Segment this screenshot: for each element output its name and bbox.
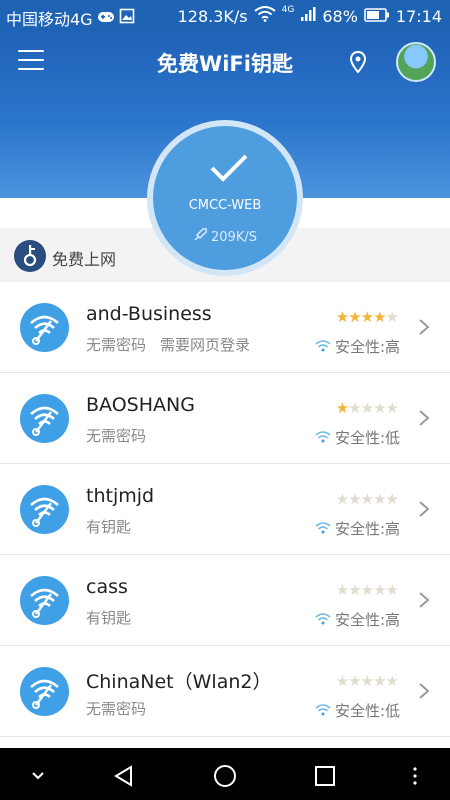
wifi-list-item[interactable]: and-Business 无需密码 需要网页登录 ★★★★★ 安全性:高 [0, 282, 450, 373]
star-icon: ★ [385, 672, 399, 690]
star-icon: ★ [335, 672, 349, 690]
section-label: 免费上网 [52, 250, 117, 269]
star-icon: ★ [335, 308, 349, 326]
safety-label: 安全性:高 [334, 338, 400, 356]
safety-label: 安全性:高 [334, 611, 400, 629]
wifi-tag: 有钥匙 [86, 518, 132, 536]
wifi-tags: 有钥匙 [86, 516, 131, 537]
more-options-icon[interactable] [401, 762, 429, 790]
wifi-list-item[interactable]: BAOSHANG 无需密码 ★★★★★ 安全性:低 [0, 373, 450, 464]
chevron-right-icon[interactable] [418, 500, 430, 518]
star-icon: ★ [373, 308, 386, 326]
wifi-list-item[interactable]: thtjmjd 有钥匙 ★★★★★ 安全性:高 [0, 464, 450, 555]
safety-label: 安全性:低 [334, 429, 400, 447]
wifi-signal-icon [315, 702, 331, 720]
net-speed: 128.3K/s [177, 6, 248, 26]
wifi-tags: 无需密码 [86, 698, 146, 719]
wifi-ssid: BAOSHANG [86, 394, 195, 416]
star-icon: ★ [335, 581, 349, 599]
star-icon: ★ [348, 490, 361, 508]
wifi-list: and-Business 无需密码 需要网页登录 ★★★★★ 安全性:高 BAOSHANG… [0, 282, 450, 737]
battery-icon [364, 7, 390, 26]
nav-bar [0, 748, 450, 800]
wifi-key-icon [20, 394, 69, 443]
game-controller-icon [97, 9, 115, 28]
rocket-icon [193, 228, 207, 246]
wifi-status-icon [254, 6, 276, 26]
safety-label: 安全性:低 [334, 702, 400, 720]
star-rating: ★★★★★ [335, 490, 399, 508]
wifi-key-icon [20, 576, 69, 625]
carrier-label: 中国移动4G [6, 10, 93, 29]
recents-button-icon[interactable] [311, 762, 339, 790]
wifi-signal-icon [315, 611, 331, 629]
wifi-tag: 需要网页登录 [160, 336, 251, 354]
star-icon: ★ [360, 672, 374, 690]
battery-percent: 68% [322, 6, 358, 26]
star-icon: ★ [385, 308, 399, 326]
chevron-right-icon[interactable] [418, 591, 430, 609]
connected-speed: 209K/S [211, 229, 257, 245]
star-icon: ★ [385, 581, 399, 599]
star-icon: ★ [373, 399, 386, 417]
star-icon: ★ [348, 399, 361, 417]
star-icon: ★ [348, 581, 361, 599]
star-icon: ★ [373, 490, 386, 508]
wifi-tags: 有钥匙 [86, 607, 131, 628]
star-icon: ★ [360, 581, 374, 599]
star-icon: ★ [335, 490, 349, 508]
wifi-tags: 无需密码 需要网页登录 [86, 334, 250, 355]
clock: 17:14 [395, 6, 442, 26]
star-icon: ★ [373, 672, 386, 690]
wifi-list-item[interactable]: cass 有钥匙 ★★★★★ 安全性:高 [0, 555, 450, 646]
wifi-ssid: thtjmjd [86, 485, 155, 507]
image-icon [119, 8, 135, 28]
wifi-tag: 有钥匙 [86, 609, 132, 627]
status-bar: 中国移动4G 128.3K/s 4G 68% 17:14 [0, 0, 450, 32]
wifi-tag: 无需密码 [86, 700, 147, 718]
wifi-key-icon [20, 303, 69, 352]
wifi-key-icon [20, 667, 69, 716]
connected-network-circle[interactable]: CMCC-WEB 209K/S [147, 120, 303, 276]
home-button-icon[interactable] [211, 762, 239, 790]
wifi-ssid: cass [86, 576, 128, 598]
wifi-ssid: ChinaNet（Wlan2） [86, 671, 272, 693]
wifi-tag: 无需密码 [86, 427, 147, 445]
star-icon: ★ [373, 581, 386, 599]
star-rating: ★★★★★ [335, 308, 399, 326]
star-icon: ★ [360, 308, 374, 326]
wifi-signal-icon [315, 520, 331, 538]
chevron-down-icon[interactable] [24, 762, 52, 790]
star-icon: ★ [348, 308, 361, 326]
star-icon: ★ [335, 399, 349, 417]
page-title: 免费WiFi钥匙 [157, 52, 293, 76]
chevron-right-icon[interactable] [418, 318, 430, 336]
avatar[interactable] [396, 42, 436, 82]
star-icon: ★ [360, 490, 374, 508]
star-icon: ★ [385, 490, 399, 508]
signal-icon [300, 6, 316, 26]
key-icon [14, 240, 46, 272]
location-icon[interactable] [346, 50, 370, 74]
chevron-right-icon[interactable] [418, 682, 430, 700]
wifi-list-item[interactable]: ChinaNet（Wlan2） 无需密码 ★★★★★ 安全性:低 [0, 646, 450, 737]
wifi-tags: 无需密码 [86, 425, 146, 446]
chevron-right-icon[interactable] [418, 409, 430, 427]
safety-label: 安全性:高 [334, 520, 400, 538]
star-rating: ★★★★★ [335, 399, 399, 417]
wifi-key-icon [20, 485, 69, 534]
star-icon: ★ [348, 672, 361, 690]
network-type-label: 4G [281, 5, 295, 15]
wifi-signal-icon [315, 338, 331, 356]
star-rating: ★★★★★ [335, 672, 399, 690]
star-icon: ★ [360, 399, 374, 417]
star-rating: ★★★★★ [335, 581, 399, 599]
check-icon [210, 154, 248, 182]
wifi-signal-icon [315, 429, 331, 447]
star-icon: ★ [385, 399, 399, 417]
wifi-ssid: and-Business [86, 303, 212, 325]
connected-ssid: CMCC-WEB [188, 198, 262, 213]
wifi-tag: 无需密码 [86, 336, 147, 354]
back-button-icon[interactable] [111, 762, 139, 790]
